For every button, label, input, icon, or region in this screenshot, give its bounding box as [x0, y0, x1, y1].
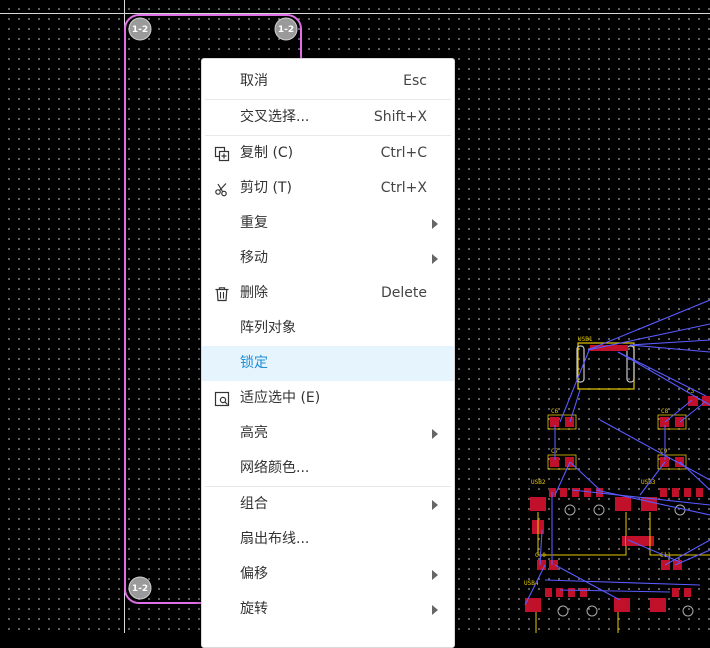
menu-item-label: 剪切 (T): [240, 180, 292, 196]
components-cluster[interactable]: USB1 C6 C8 C7 C9 C3 USB2 USB3 C10 C11 US…: [524, 336, 710, 633]
menu-item-net-color[interactable]: 网络颜色...: [202, 451, 454, 486]
menu-item-shortcut: Ctrl+X: [380, 180, 427, 196]
menu-item-label: 旋转: [240, 601, 268, 617]
menu-item-label: 组合: [240, 496, 268, 512]
mounting-pad[interactable]: 1-2: [128, 576, 152, 600]
pad-label: 1-2: [132, 584, 148, 594]
chevron-right-icon: [432, 219, 438, 229]
chevron-right-icon: [432, 500, 438, 510]
menu-item-rotate[interactable]: 旋转: [202, 592, 454, 627]
menu-item-cross-select[interactable]: 交叉选择... Shift+X: [202, 100, 454, 135]
menu-item-lock[interactable]: 锁定: [202, 346, 454, 381]
pad-label: 1-2: [132, 25, 148, 35]
menu-item-label: 网络颜色...: [240, 460, 310, 476]
menu-item-copy[interactable]: 复制 (C) Ctrl+C: [202, 136, 454, 171]
menu-item-array-objects[interactable]: 阵列对象: [202, 311, 454, 346]
menu-item-label: 锁定: [240, 355, 268, 371]
menu-item-fanout-routing[interactable]: 扇出布线...: [202, 522, 454, 557]
menu-item-label: 移动: [240, 250, 268, 266]
component-label: USB1: [578, 336, 593, 343]
chevron-right-icon: [432, 429, 438, 439]
menu-item-cancel[interactable]: 取消 Esc: [202, 64, 454, 99]
component-label: USB3: [641, 479, 656, 486]
menu-item-label: 偏移: [240, 566, 268, 582]
menu-item-repeat[interactable]: 重复: [202, 206, 454, 241]
component-label: C6: [551, 408, 559, 415]
menu-item-label: 阵列对象: [240, 320, 296, 336]
component-label: USB2: [531, 479, 546, 486]
menu-item-label: 删除: [240, 285, 268, 301]
mounting-pad[interactable]: 1-2: [128, 17, 152, 41]
menu-item-shortcut: Delete: [381, 285, 427, 301]
pad-label: 1-2: [278, 25, 294, 35]
menu-item-shortcut: Ctrl+C: [380, 145, 427, 161]
menu-item-delete[interactable]: 删除 Delete: [202, 276, 454, 311]
menu-item-shortcut: Shift+X: [373, 109, 427, 125]
copy-icon: [214, 146, 230, 162]
scissors-icon: [215, 183, 227, 197]
menu-item-label: 扇出布线...: [240, 531, 310, 547]
chevron-right-icon: [432, 254, 438, 264]
menu-item-shortcut: Esc: [403, 73, 427, 89]
trash-icon: [215, 287, 229, 302]
menu-item-label: 适应选中 (E): [240, 390, 321, 406]
menu-item-label: 交叉选择...: [240, 109, 310, 125]
chevron-right-icon: [432, 605, 438, 615]
menu-item-cut[interactable]: 剪切 (T) Ctrl+X: [202, 171, 454, 206]
component-label: C8: [661, 408, 669, 415]
mounting-pad[interactable]: 1-2: [274, 17, 298, 41]
menu-item-highlight[interactable]: 高亮: [202, 416, 454, 451]
menu-item-offset[interactable]: 偏移: [202, 557, 454, 592]
menu-item-label: 高亮: [240, 425, 268, 441]
menu-item-label: 取消: [240, 73, 268, 89]
menu-item-move[interactable]: 移动: [202, 241, 454, 276]
zoom-fit-icon: [214, 391, 230, 407]
menu-item-label: 复制 (C): [240, 145, 294, 161]
chevron-right-icon: [432, 570, 438, 580]
menu-item-fit-selection[interactable]: 适应选中 (E): [202, 381, 454, 416]
context-menu: 取消 Esc 交叉选择... Shift+X 复制 (C) Ctrl+C 剪切 …: [201, 58, 455, 648]
menu-item-group[interactable]: 组合: [202, 487, 454, 522]
menu-item-label: 重复: [240, 215, 268, 231]
